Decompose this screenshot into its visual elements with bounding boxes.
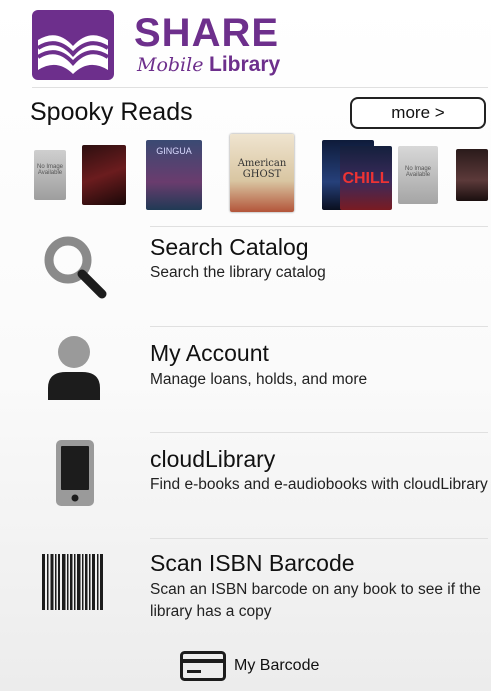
book-cover[interactable] xyxy=(82,145,126,205)
book-cover[interactable]: No Image Available xyxy=(34,150,66,200)
menu-item-title: Search Catalog xyxy=(150,234,309,260)
magnifier-icon xyxy=(44,236,107,299)
book-cover[interactable] xyxy=(456,149,488,201)
book-cover[interactable]: American GHOST xyxy=(230,134,294,212)
menu-item-search-catalog[interactable]: Search Catalog Search the library catalo… xyxy=(28,230,488,326)
my-barcode-button[interactable]: My Barcode xyxy=(180,651,319,681)
divider xyxy=(150,432,488,433)
divider xyxy=(150,538,488,539)
my-barcode-label: My Barcode xyxy=(234,657,320,674)
book-cover-text: American GHOST xyxy=(237,158,287,180)
header-divider xyxy=(32,87,488,88)
divider xyxy=(150,226,488,227)
brand-tagline-word: Library xyxy=(209,53,281,76)
card-icon xyxy=(180,651,226,681)
carousel-title: Spooky Reads xyxy=(30,98,193,126)
menu-item-cloudlibrary[interactable]: cloudLibrary Find e-books and e-audioboo… xyxy=(28,436,488,536)
menu-item-subtitle: Find e-books and e-audiobooks with cloud… xyxy=(150,476,488,493)
book-cover[interactable]: CHILL xyxy=(340,146,392,210)
menu-item-subtitle: Manage loans, holds, and more xyxy=(150,371,368,388)
barcode-icon xyxy=(42,554,103,610)
menu-item-my-account[interactable]: My Account Manage loans, holds, and more xyxy=(28,330,488,430)
menu-item-scan-isbn[interactable]: Scan ISBN Barcode Scan an ISBN barcode o… xyxy=(28,542,488,642)
more-button[interactable]: more > xyxy=(350,97,486,129)
share-logo-icon xyxy=(32,10,114,80)
person-icon xyxy=(48,336,100,400)
book-cover-text: No Image Available xyxy=(404,166,431,178)
menu-item-subtitle: Search the library catalog xyxy=(150,264,326,281)
menu-item-title: cloudLibrary xyxy=(150,446,276,472)
book-cover[interactable]: No Image Available xyxy=(398,146,438,204)
menu-item-title: Scan ISBN Barcode xyxy=(150,550,355,576)
brand-tagline-script: Mobile xyxy=(137,54,204,76)
menu-item-subtitle: Scan an ISBN barcode on any book to see … xyxy=(150,581,481,620)
divider xyxy=(150,326,488,327)
brand-name: SHARE xyxy=(134,11,280,55)
book-cover-text: CHILL xyxy=(342,170,390,187)
book-cover-text: No Image Available xyxy=(36,164,63,176)
book-cover-text: GINGUA xyxy=(156,146,192,156)
tablet-icon xyxy=(56,440,94,506)
menu-item-title: My Account xyxy=(150,340,269,366)
book-cover[interactable]: GINGUA xyxy=(146,140,202,210)
